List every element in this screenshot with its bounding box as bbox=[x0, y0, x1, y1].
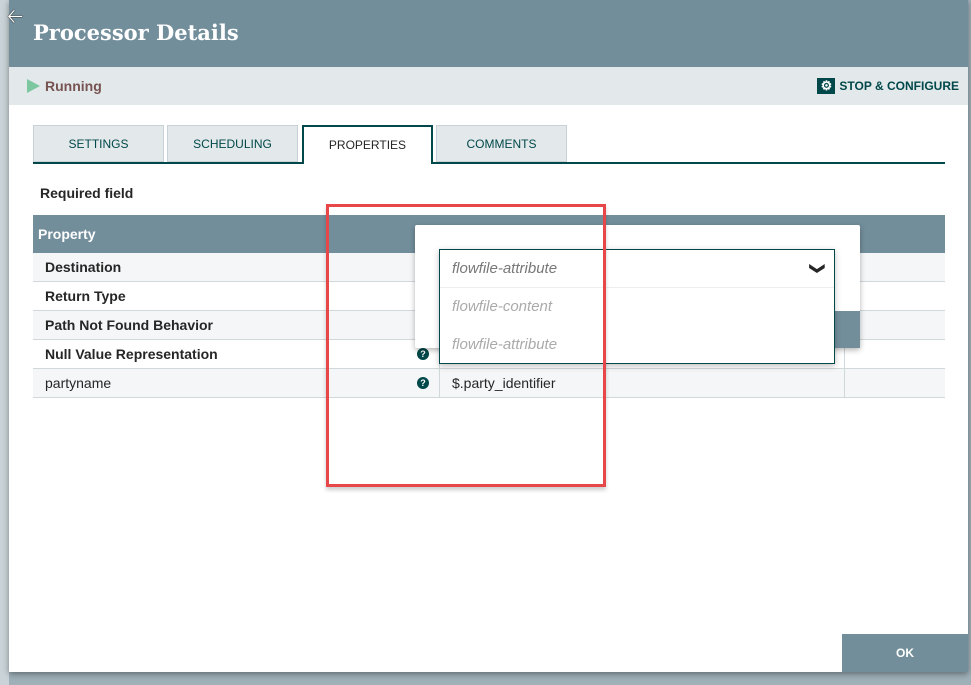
row-actions bbox=[844, 369, 845, 397]
popup-button-bar bbox=[833, 311, 860, 348]
highlight-annotation-box bbox=[326, 204, 606, 487]
dialog-title: Processor Details bbox=[33, 20, 239, 45]
tab-scheduling[interactable]: SCHEDULING bbox=[167, 125, 298, 162]
background-canvas bbox=[0, 0, 9, 685]
chevron-down-icon: ❯ bbox=[809, 262, 827, 275]
property-name: Destination bbox=[45, 259, 122, 275]
property-name: Null Value Representation bbox=[45, 346, 218, 362]
run-status: Running bbox=[45, 78, 102, 94]
property-name: partyname bbox=[45, 375, 112, 391]
mouse-cursor-icon: 🡠 bbox=[7, 6, 24, 28]
tab-comments[interactable]: COMMENTS bbox=[436, 125, 567, 162]
ok-button[interactable]: OK bbox=[842, 634, 968, 672]
property-name: Path Not Found Behavior bbox=[45, 317, 213, 333]
status-bar: Running ⚙ STOP & CONFIGURE bbox=[9, 67, 968, 105]
tab-bar: SETTINGS SCHEDULING PROPERTIES COMMENTS bbox=[33, 125, 945, 164]
tab-properties[interactable]: PROPERTIES bbox=[302, 125, 433, 164]
stop-configure-button[interactable]: ⚙ STOP & CONFIGURE bbox=[817, 78, 959, 94]
property-name: Return Type bbox=[45, 288, 126, 304]
dialog-header: Processor Details bbox=[9, 0, 968, 67]
required-field-label: Required field bbox=[40, 185, 134, 201]
tab-settings[interactable]: SETTINGS bbox=[33, 125, 164, 162]
gear-icon: ⚙ bbox=[817, 78, 836, 94]
play-icon bbox=[27, 79, 40, 93]
stop-configure-label: STOP & CONFIGURE bbox=[839, 79, 959, 93]
